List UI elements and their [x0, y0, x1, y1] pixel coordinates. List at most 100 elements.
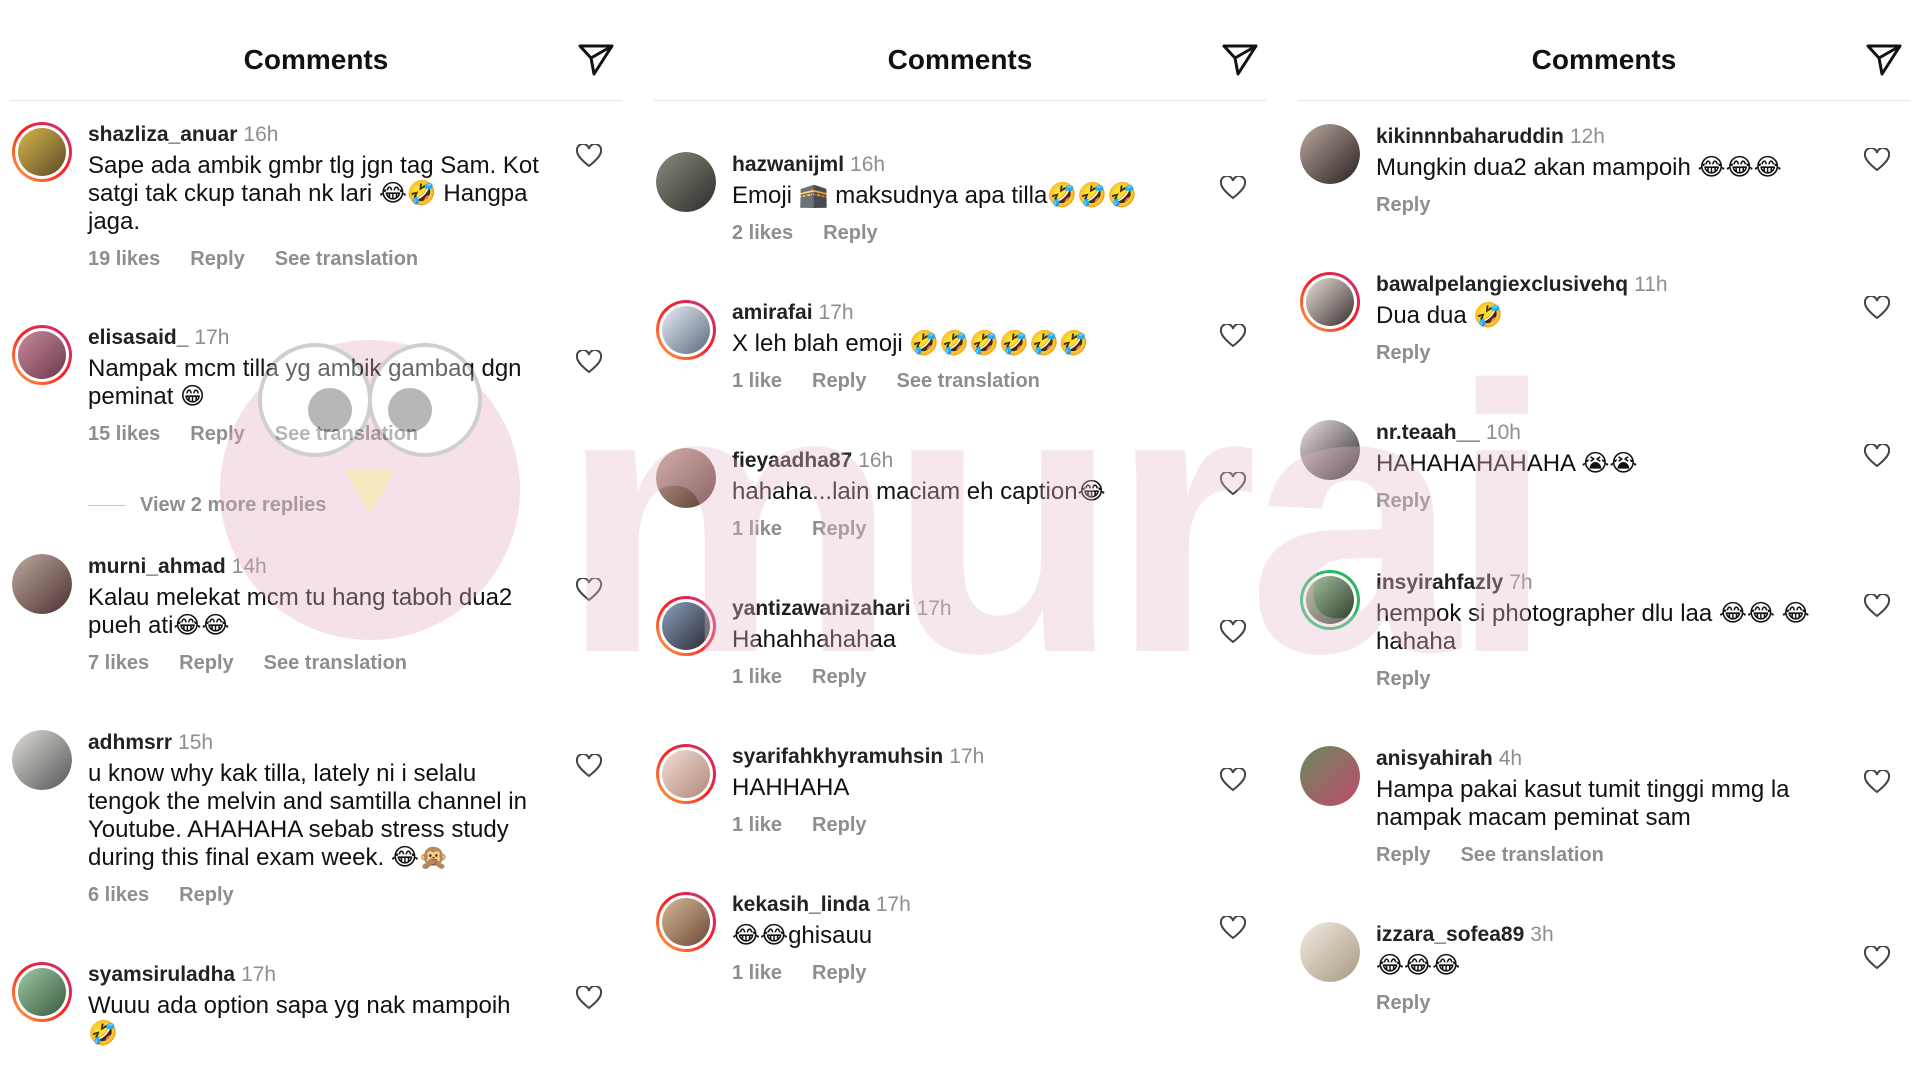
comment-username[interactable]: insyirahfazly [1376, 571, 1503, 594]
reply-button[interactable]: Reply [812, 962, 866, 984]
comment-text: Wuuu ada option sapa yg nak mampoih 🤣 [88, 992, 511, 1047]
comment-username[interactable]: bawalpelangiexclusivehq [1376, 273, 1628, 296]
likes-count[interactable]: 15 likes [88, 423, 160, 445]
avatar[interactable] [12, 554, 72, 614]
see-translation-button[interactable]: See translation [264, 652, 407, 674]
comment-username[interactable]: murni_ahmad [88, 555, 226, 578]
heart-icon[interactable] [1219, 618, 1247, 644]
heart-icon[interactable] [575, 752, 603, 778]
comment-username[interactable]: hazwanijml [732, 153, 844, 176]
comment-text: Hahahhahahaa [732, 626, 897, 653]
panel-header: Comments [1298, 0, 1910, 101]
heart-icon[interactable] [1863, 146, 1891, 172]
reply-button[interactable]: Reply [190, 423, 244, 445]
comment-username[interactable]: syamsiruladha [88, 963, 235, 986]
view-more-replies-button[interactable]: View 2 more replies [88, 494, 326, 517]
heart-icon[interactable] [1863, 442, 1891, 468]
send-icon[interactable] [1864, 40, 1904, 80]
avatar[interactable] [12, 122, 72, 182]
reply-button[interactable]: Reply [1376, 844, 1430, 866]
reply-button[interactable]: Reply [823, 222, 877, 244]
comment-time: 17h [241, 963, 277, 986]
see-translation-button[interactable]: See translation [1460, 844, 1603, 866]
comment-username[interactable]: fieyaadha87 [732, 449, 852, 472]
reply-button[interactable]: Reply [1376, 992, 1430, 1014]
comment-text: Dua dua 🤣 [1376, 302, 1504, 329]
heart-icon[interactable] [575, 348, 603, 374]
comment-text: Kalau melekat mcm tu hang taboh dua2 pue… [88, 584, 513, 639]
heart-icon[interactable] [575, 984, 603, 1010]
avatar[interactable] [656, 744, 716, 804]
likes-count[interactable]: 1 like [732, 962, 782, 984]
reply-button[interactable]: Reply [1376, 342, 1430, 364]
comment-username[interactable]: kekasih_linda [732, 893, 870, 916]
reply-button[interactable]: Reply [190, 248, 244, 270]
avatar[interactable] [656, 596, 716, 656]
send-icon[interactable] [1220, 40, 1260, 80]
heart-icon[interactable] [575, 576, 603, 602]
reply-button[interactable]: Reply [179, 652, 233, 674]
likes-count[interactable]: 1 like [732, 518, 782, 540]
heart-icon[interactable] [1863, 944, 1891, 970]
comment-username[interactable]: yantizawanizahari [732, 597, 911, 620]
comment-text: u know why kak tilla, lately ni i selalu… [88, 760, 527, 871]
comment-time: 16h [858, 449, 894, 472]
reply-button[interactable]: Reply [1376, 668, 1430, 690]
avatar[interactable] [656, 300, 716, 360]
comment-username[interactable]: izzara_sofea89 [1376, 923, 1524, 946]
comment-username[interactable]: anisyahirah [1376, 747, 1493, 770]
see-translation-button[interactable]: See translation [275, 423, 418, 445]
comment-time: 16h [243, 123, 279, 146]
avatar[interactable] [656, 152, 716, 212]
heart-icon[interactable] [1219, 914, 1247, 940]
heart-icon[interactable] [1219, 322, 1247, 348]
heart-icon[interactable] [1863, 592, 1891, 618]
reply-button[interactable]: Reply [812, 814, 866, 836]
reply-button[interactable]: Reply [812, 666, 866, 688]
reply-button[interactable]: Reply [812, 518, 866, 540]
heart-icon[interactable] [1219, 766, 1247, 792]
comment-username[interactable]: syarifahkhyramuhsin [732, 745, 943, 768]
comment-username[interactable]: nr.teaah__ [1376, 421, 1480, 444]
avatar[interactable] [1300, 272, 1360, 332]
reply-button[interactable]: Reply [812, 370, 866, 392]
likes-count[interactable]: 19 likes [88, 248, 160, 270]
comments-panel-1: Comments shazliza_anuar 16h Sape ada ambi… [0, 0, 632, 1080]
avatar[interactable] [12, 962, 72, 1022]
see-translation-button[interactable]: See translation [275, 248, 418, 270]
comment-username[interactable]: shazliza_anuar [88, 123, 237, 146]
likes-count[interactable]: 1 like [732, 814, 782, 836]
comment-username[interactable]: adhmsrr [88, 731, 172, 754]
likes-count[interactable]: 7 likes [88, 652, 149, 674]
page-title: Comments [887, 44, 1033, 75]
reply-button[interactable]: Reply [179, 884, 233, 906]
avatar[interactable] [1300, 420, 1360, 480]
likes-count[interactable]: 2 likes [732, 222, 793, 244]
avatar[interactable] [1300, 922, 1360, 982]
heart-icon[interactable] [1863, 294, 1891, 320]
comment-time: 14h [231, 555, 267, 578]
heart-icon[interactable] [1219, 470, 1247, 496]
comment-username[interactable]: amirafai [732, 301, 813, 324]
avatar[interactable] [1300, 746, 1360, 806]
heart-icon[interactable] [1863, 768, 1891, 794]
heart-icon[interactable] [575, 142, 603, 168]
likes-count[interactable]: 1 like [732, 370, 782, 392]
avatar[interactable] [12, 325, 72, 385]
likes-count[interactable]: 1 like [732, 666, 782, 688]
comment-username[interactable]: kikinnnbaharuddin [1376, 125, 1564, 148]
comment-text: hahaha...lain maciam eh caption😂 [732, 478, 1106, 505]
likes-count[interactable]: 6 likes [88, 884, 149, 906]
avatar[interactable] [656, 892, 716, 952]
send-icon[interactable] [576, 40, 616, 80]
avatar[interactable] [12, 730, 72, 790]
avatar[interactable] [656, 448, 716, 508]
avatar[interactable] [1300, 124, 1360, 184]
reply-button[interactable]: Reply [1376, 194, 1430, 216]
comment-username[interactable]: elisasaid_ [88, 326, 188, 349]
avatar[interactable] [1300, 570, 1360, 630]
reply-button[interactable]: Reply [1376, 490, 1430, 512]
see-translation-button[interactable]: See translation [897, 370, 1040, 392]
heart-icon[interactable] [1219, 174, 1247, 200]
comment-text: Nampak mcm tilla yg ambik gambaq dgn pem… [88, 355, 522, 410]
